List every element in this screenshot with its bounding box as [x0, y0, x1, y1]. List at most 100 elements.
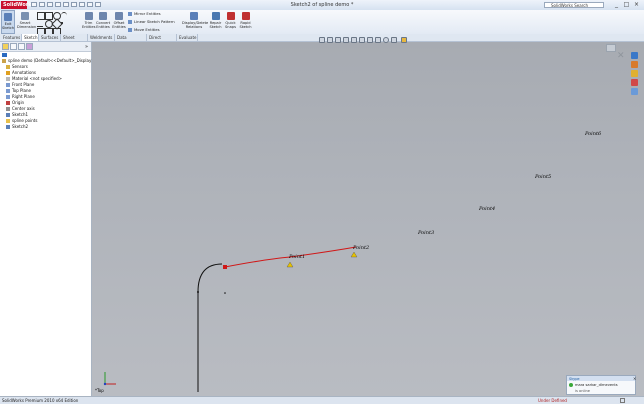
- smart-dimension-button[interactable]: Smart Dimension: [17, 10, 36, 34]
- spline-icon[interactable]: [37, 20, 43, 27]
- repair-sketch-button[interactable]: Repair Sketch: [209, 10, 222, 34]
- offset-icon: [115, 12, 123, 20]
- point6-label[interactable]: Point6: [584, 131, 602, 137]
- realview-icon[interactable]: [401, 37, 407, 43]
- sketch-icon: [6, 113, 10, 117]
- tree-item-label: Center axis: [12, 106, 35, 111]
- tab-sheet-metal[interactable]: Sheet Metal: [61, 34, 88, 47]
- view-triad: [103, 372, 116, 386]
- tree-item-label: Front Plane: [12, 82, 35, 87]
- origin-icon: [6, 101, 10, 105]
- point2-label[interactable]: Point2: [352, 245, 369, 251]
- rapid-sketch-button[interactable]: Rapid Sketch: [239, 10, 252, 34]
- quick-snaps-button[interactable]: Quick Snaps: [224, 10, 237, 34]
- view-orientation-icon[interactable]: [351, 37, 357, 43]
- tab-surfaces[interactable]: Surfaces: [39, 34, 61, 41]
- linear-pattern-item[interactable]: Linear Sketch Pattern: [128, 18, 175, 25]
- status-help-icon[interactable]: [620, 398, 625, 403]
- configuration-tab-icon[interactable]: [18, 43, 25, 50]
- point2-marker[interactable]: [350, 251, 358, 258]
- plane-icon: [6, 95, 10, 99]
- folder-icon: [6, 119, 10, 123]
- point4-label[interactable]: Point4: [478, 206, 495, 212]
- sketch-canvas[interactable]: Point1 Point2 Point3 Point4 Point5 Point…: [92, 42, 644, 397]
- trim-entities-button[interactable]: Trim Entities: [82, 10, 95, 34]
- point5-label[interactable]: Point5: [534, 174, 551, 180]
- linear-pattern-icon: [128, 20, 132, 24]
- mirror-entities-item[interactable]: Mirror Entities: [128, 10, 161, 17]
- tab-evaluate[interactable]: Evaluate: [177, 34, 198, 41]
- exit-sketch-button[interactable]: Exit Sketch: [1, 10, 15, 34]
- maximize-button[interactable]: □: [622, 1, 631, 8]
- tree-item[interactable]: Sketch2: [6, 124, 28, 130]
- resources-icon[interactable]: [631, 52, 638, 59]
- tab-features[interactable]: Features: [1, 34, 22, 41]
- chat-contact-name: mara sarkar_dlrnevents: [575, 383, 618, 387]
- tree-item-label: Top Plane: [12, 88, 31, 93]
- chat-contact-status: is online: [575, 389, 590, 393]
- rapid-sketch-label: Rapid Sketch: [239, 21, 252, 29]
- arc-icon[interactable]: [61, 12, 67, 19]
- move-entities-item[interactable]: Move Entities: [128, 26, 160, 33]
- display-delete-relations-button[interactable]: Display/Delete Relations: [182, 10, 209, 34]
- tree-item-label: Right Plane: [12, 94, 35, 99]
- filter-icon[interactable]: [2, 53, 7, 57]
- feature-tree-tab-icon[interactable]: [2, 43, 9, 50]
- edit-appearance-icon[interactable]: [375, 37, 381, 43]
- display-manager-tab-icon[interactable]: [26, 43, 33, 50]
- point1-marker[interactable]: [286, 261, 294, 268]
- tree-item-label: spline points: [12, 118, 38, 123]
- tab-data-migration[interactable]: Data Migration: [115, 34, 147, 47]
- tree-item-label: Sketch1: [12, 112, 29, 117]
- offset-entities-button[interactable]: Offset Entities: [112, 10, 126, 34]
- chat-close-icon[interactable]: ×: [633, 376, 636, 381]
- search-input[interactable]: SolidWorks Search: [544, 2, 604, 8]
- mirror-icon: [128, 12, 132, 16]
- cancel-sketch-icon[interactable]: ✕: [617, 52, 625, 61]
- point1-label[interactable]: Point1: [288, 254, 305, 260]
- rectangle-icon[interactable]: [45, 12, 53, 20]
- tree-item-label: Sketch2: [12, 124, 29, 129]
- appearances-icon[interactable]: [631, 88, 638, 95]
- linear-pattern-label: Linear Sketch Pattern: [134, 19, 175, 24]
- convert-entities-button[interactable]: Convert Entities: [96, 10, 110, 34]
- trim-icon: [84, 12, 93, 20]
- tangent-point: [197, 291, 199, 293]
- zoom-area-icon[interactable]: [327, 37, 333, 43]
- plane-icon: [6, 89, 10, 93]
- offset-label: Offset Entities: [112, 21, 126, 29]
- confirm-corner-icon[interactable]: [606, 44, 616, 52]
- chat-notification[interactable]: Skype × mara sarkar_dlrnevents is online: [566, 375, 636, 395]
- hide-show-icon[interactable]: [367, 37, 373, 43]
- view-orientation-label: *Top: [95, 388, 104, 393]
- close-button[interactable]: ×: [632, 1, 641, 8]
- scene-icon[interactable]: [383, 37, 389, 43]
- trim-label: Trim Entities: [82, 21, 96, 29]
- panel-tabs: »: [0, 42, 91, 52]
- point3-label[interactable]: Point3: [417, 230, 434, 236]
- section-view-icon[interactable]: [343, 37, 349, 43]
- property-manager-tab-icon[interactable]: [10, 43, 17, 50]
- zoom-to-fit-icon[interactable]: [319, 37, 325, 43]
- minimize-button[interactable]: _: [612, 1, 621, 8]
- line-icon[interactable]: [37, 12, 45, 20]
- view-palette-icon[interactable]: [631, 79, 638, 86]
- chat-title: Skype: [569, 377, 580, 381]
- tab-direct-editing[interactable]: Direct Editing: [147, 34, 177, 47]
- view-settings-icon[interactable]: [391, 37, 397, 43]
- graphics-area[interactable]: Point1 Point2 Point3 Point4 Point5 Point…: [92, 42, 644, 397]
- display-style-icon[interactable]: [359, 37, 365, 43]
- tab-sketch[interactable]: Sketch: [22, 34, 39, 41]
- file-explorer-icon[interactable]: [631, 70, 638, 77]
- previous-view-icon[interactable]: [335, 37, 341, 43]
- panel-expand-icon[interactable]: »: [85, 44, 88, 50]
- feature-manager-panel: » spline demo (Default<<Default>_Display…: [0, 42, 101, 397]
- point-icon[interactable]: [61, 22, 63, 24]
- mirror-label: Mirror Entities: [134, 11, 161, 16]
- spline-endpoint[interactable]: [223, 265, 227, 269]
- exit-sketch-icon: [4, 13, 12, 21]
- design-library-icon[interactable]: [631, 61, 638, 68]
- relations-label: Display/Delete Relations: [182, 21, 209, 29]
- sketch1-profile[interactable]: [197, 263, 223, 392]
- tab-weldments[interactable]: Weldments: [88, 34, 115, 41]
